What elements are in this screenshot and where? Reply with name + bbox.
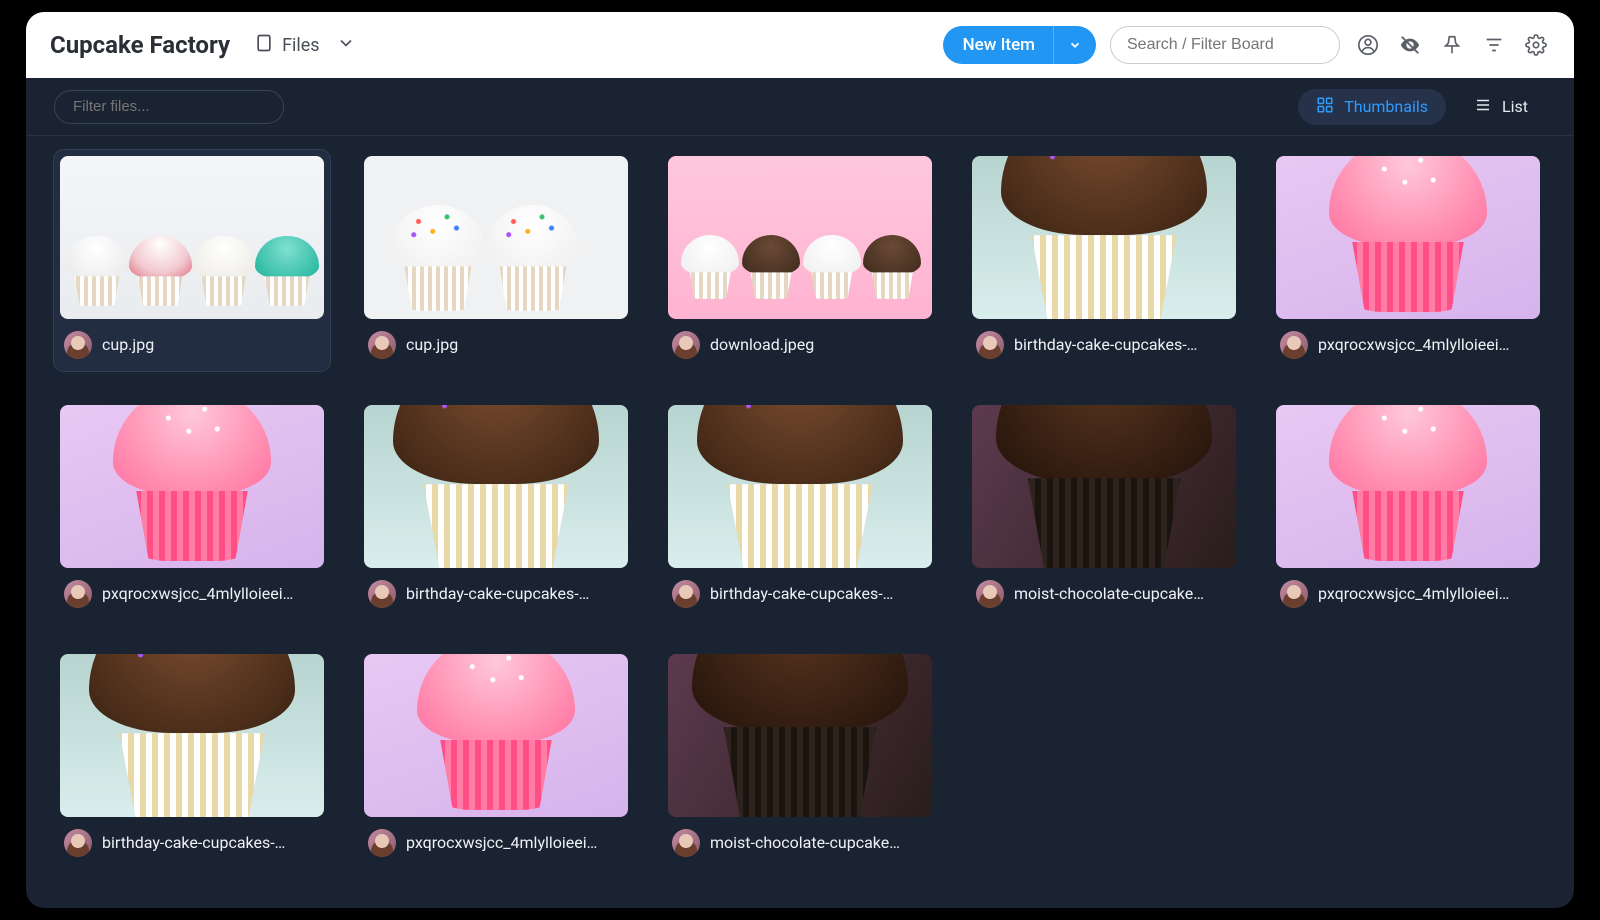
app-window: Cupcake Factory Files New Item: [26, 12, 1574, 908]
file-name: download.jpeg: [710, 335, 814, 354]
file-thumbnail[interactable]: [1276, 156, 1540, 319]
file-thumbnail[interactable]: [972, 405, 1236, 568]
new-item-main[interactable]: New Item: [943, 26, 1053, 64]
file-meta: birthday-cake-cupcakes-…: [364, 568, 628, 614]
file-card[interactable]: moist-chocolate-cupcake…: [662, 648, 938, 869]
new-item-dropdown[interactable]: [1053, 26, 1096, 64]
view-selector-label: Files: [282, 35, 320, 56]
chevron-down-icon: [336, 33, 356, 58]
owner-avatar[interactable]: [368, 580, 396, 608]
file-card[interactable]: pxqrocxwsjcc_4mlylloieei…: [1270, 399, 1546, 620]
owner-avatar[interactable]: [672, 580, 700, 608]
file-card[interactable]: cup.jpg: [54, 150, 330, 371]
list-icon: [1474, 96, 1492, 118]
file-card[interactable]: download.jpeg: [662, 150, 938, 371]
file-card[interactable]: birthday-cake-cupcakes-…: [966, 150, 1242, 371]
file-meta: download.jpeg: [668, 319, 932, 365]
file-card[interactable]: pxqrocxwsjcc_4mlylloieei…: [54, 399, 330, 620]
file-thumbnail[interactable]: [668, 405, 932, 568]
filter-icon[interactable]: [1480, 31, 1508, 59]
grid-icon: [1316, 96, 1334, 118]
file-card[interactable]: birthday-cake-cupcakes-…: [358, 399, 634, 620]
pin-icon[interactable]: [1438, 31, 1466, 59]
owner-avatar[interactable]: [64, 580, 92, 608]
files-icon: [254, 33, 274, 58]
file-thumbnail[interactable]: [60, 654, 324, 817]
owner-avatar[interactable]: [1280, 580, 1308, 608]
view-list-button[interactable]: List: [1456, 89, 1546, 125]
owner-avatar[interactable]: [672, 331, 700, 359]
new-item-button[interactable]: New Item: [943, 26, 1096, 64]
files-grid: cup.jpg cup.jpg download.jpeg birthday-c…: [26, 136, 1574, 908]
file-card[interactable]: pxqrocxwsjcc_4mlylloieei…: [1270, 150, 1546, 371]
owner-avatar[interactable]: [976, 331, 1004, 359]
file-thumbnail[interactable]: [364, 156, 628, 319]
file-meta: pxqrocxwsjcc_4mlylloieei…: [364, 817, 628, 863]
owner-avatar[interactable]: [672, 829, 700, 857]
file-meta: moist-chocolate-cupcake…: [668, 817, 932, 863]
files-toolbar: Thumbnails List: [26, 78, 1574, 136]
file-name: birthday-cake-cupcakes-…: [406, 584, 589, 603]
file-thumbnail[interactable]: [668, 156, 932, 319]
file-meta: pxqrocxwsjcc_4mlylloieei…: [60, 568, 324, 614]
board-title[interactable]: Cupcake Factory: [50, 31, 230, 59]
owner-avatar[interactable]: [1280, 331, 1308, 359]
file-name: pxqrocxwsjcc_4mlylloieei…: [406, 833, 597, 852]
owner-avatar[interactable]: [368, 331, 396, 359]
file-thumbnail[interactable]: [60, 156, 324, 319]
file-name: birthday-cake-cupcakes-…: [102, 833, 285, 852]
file-thumbnail[interactable]: [364, 405, 628, 568]
file-name: pxqrocxwsjcc_4mlylloieei…: [1318, 584, 1509, 603]
gear-icon[interactable]: [1522, 31, 1550, 59]
search-input[interactable]: [1110, 26, 1340, 64]
file-thumbnail[interactable]: [668, 654, 932, 817]
file-card[interactable]: cup.jpg: [358, 150, 634, 371]
view-thumbnails-label: Thumbnails: [1344, 97, 1428, 116]
file-name: moist-chocolate-cupcake…: [1014, 584, 1204, 603]
file-meta: cup.jpg: [364, 319, 628, 365]
profile-icon[interactable]: [1354, 31, 1382, 59]
file-thumbnail[interactable]: [972, 156, 1236, 319]
filter-files-input[interactable]: [54, 90, 284, 124]
file-meta: birthday-cake-cupcakes-…: [972, 319, 1236, 365]
file-name: pxqrocxwsjcc_4mlylloieei…: [1318, 335, 1509, 354]
file-name: moist-chocolate-cupcake…: [710, 833, 900, 852]
view-selector[interactable]: Files: [254, 33, 356, 58]
header-bar: Cupcake Factory Files New Item: [26, 12, 1574, 78]
file-name: birthday-cake-cupcakes-…: [1014, 335, 1197, 354]
file-meta: birthday-cake-cupcakes-…: [60, 817, 324, 863]
file-thumbnail[interactable]: [1276, 405, 1540, 568]
file-card[interactable]: birthday-cake-cupcakes-…: [662, 399, 938, 620]
owner-avatar[interactable]: [64, 829, 92, 857]
file-thumbnail[interactable]: [364, 654, 628, 817]
file-meta: birthday-cake-cupcakes-…: [668, 568, 932, 614]
view-mode-toggle: Thumbnails List: [1298, 89, 1546, 125]
file-name: cup.jpg: [406, 335, 458, 354]
file-name: pxqrocxwsjcc_4mlylloieei…: [102, 584, 293, 603]
file-card[interactable]: birthday-cake-cupcakes-…: [54, 648, 330, 869]
owner-avatar[interactable]: [976, 580, 1004, 608]
file-meta: moist-chocolate-cupcake…: [972, 568, 1236, 614]
file-card[interactable]: pxqrocxwsjcc_4mlylloieei…: [358, 648, 634, 869]
view-list-label: List: [1502, 97, 1528, 116]
file-name: cup.jpg: [102, 335, 154, 354]
file-meta: pxqrocxwsjcc_4mlylloieei…: [1276, 319, 1540, 365]
file-meta: pxqrocxwsjcc_4mlylloieei…: [1276, 568, 1540, 614]
file-card[interactable]: moist-chocolate-cupcake…: [966, 399, 1242, 620]
owner-avatar[interactable]: [368, 829, 396, 857]
visibility-off-icon[interactable]: [1396, 31, 1424, 59]
view-thumbnails-button[interactable]: Thumbnails: [1298, 89, 1446, 125]
file-meta: cup.jpg: [60, 319, 324, 365]
owner-avatar[interactable]: [64, 331, 92, 359]
file-thumbnail[interactable]: [60, 405, 324, 568]
file-name: birthday-cake-cupcakes-…: [710, 584, 893, 603]
